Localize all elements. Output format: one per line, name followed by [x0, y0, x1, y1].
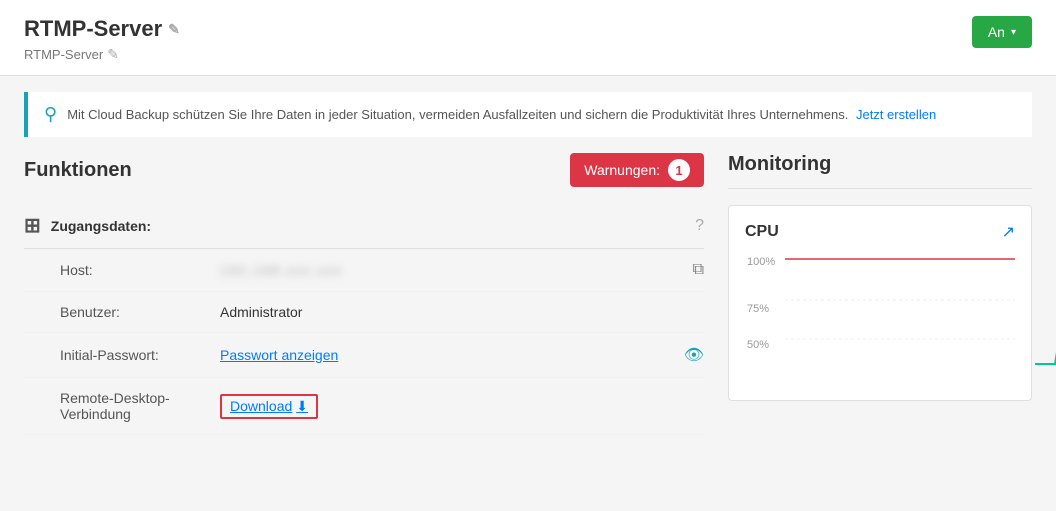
host-label: Host: — [60, 262, 220, 278]
passwort-label: Initial-Passwort: — [60, 347, 220, 363]
host-value: 192.168.xxx.xxx — [220, 263, 685, 278]
warnungen-label: Warnungen: — [584, 162, 660, 178]
cloud-icon: ⊞ — [24, 213, 41, 238]
subtitle-text: RTMP-Server — [24, 47, 103, 62]
power-button[interactable]: An ▾ — [972, 16, 1032, 48]
host-row: Host: 192.168.xxx.xxx ⧉ — [24, 249, 704, 292]
warnungen-count: 1 — [668, 159, 690, 181]
zugangsdaten-header: ⊞ Zugangsdaten: ? — [24, 203, 704, 249]
label-50: 50% — [747, 339, 769, 351]
power-button-label: An — [988, 24, 1005, 40]
download-link[interactable]: Download ⬇ — [220, 394, 318, 419]
label-100: 100% — [747, 256, 775, 268]
monitoring-section: Monitoring CPU ↗ 100% 75% 50% — [728, 153, 1032, 435]
funktionen-header: Funktionen Warnungen: 1 — [24, 153, 704, 187]
subtitle-edit-icon[interactable]: ✎ — [107, 46, 119, 63]
passwort-anzeigen-link[interactable]: Passwort anzeigen — [220, 347, 676, 363]
zugangsdaten-left: ⊞ Zugangsdaten: — [24, 213, 151, 238]
benutzer-row: Benutzer: Administrator — [24, 292, 704, 333]
warnungen-badge[interactable]: Warnungen: 1 — [570, 153, 704, 187]
cpu-chart-svg — [785, 254, 1015, 384]
cpu-card: CPU ↗ 100% 75% 50% — [728, 205, 1032, 401]
cpu-header: CPU ↗ — [745, 222, 1015, 242]
monitoring-title: Monitoring — [728, 153, 1032, 189]
passwort-row: Initial-Passwort: Passwort anzeigen 👁 — [24, 333, 704, 378]
zugangsdaten-label: Zugangsdaten: — [51, 218, 151, 234]
remote-desktop-label: Remote-Desktop-Verbindung — [60, 390, 220, 422]
eye-icon[interactable]: 👁 — [684, 345, 704, 365]
cloud-backup-banner: ⚲ Mit Cloud Backup schützen Sie Ihre Dat… — [24, 92, 1032, 137]
download-link-container: Download ⬇ — [220, 394, 704, 419]
banner-link[interactable]: Jetzt erstellen — [856, 107, 936, 122]
title-text: RTMP-Server — [24, 16, 162, 42]
banner-icon: ⚲ — [44, 104, 57, 125]
funktionen-section: Funktionen Warnungen: 1 ⊞ Zugangsdaten: … — [24, 153, 704, 435]
copy-icon[interactable]: ⧉ — [693, 261, 704, 279]
title-edit-icon[interactable]: ✎ — [168, 21, 180, 38]
page-title: RTMP-Server ✎ — [24, 16, 180, 42]
download-text: Download — [230, 398, 292, 414]
main-content: Funktionen Warnungen: 1 ⊞ Zugangsdaten: … — [0, 153, 1056, 435]
breadcrumb: RTMP-Server ✎ — [24, 46, 180, 63]
header-left: RTMP-Server ✎ RTMP-Server ✎ — [24, 16, 180, 63]
benutzer-label: Benutzer: — [60, 304, 220, 320]
cpu-chart-container: 100% 75% 50% — [785, 254, 1015, 384]
caret-icon: ▾ — [1011, 27, 1016, 38]
banner-text: Mit Cloud Backup schützen Sie Ihre Daten… — [67, 107, 936, 122]
help-icon[interactable]: ? — [695, 217, 704, 235]
benutzer-value: Administrator — [220, 304, 704, 320]
label-75: 75% — [747, 303, 769, 315]
download-icon: ⬇ — [296, 398, 308, 415]
header: RTMP-Server ✎ RTMP-Server ✎ An ▾ — [0, 0, 1056, 76]
cpu-link-icon[interactable]: ↗ — [1002, 222, 1015, 242]
remote-desktop-row: Remote-Desktop-Verbindung Download ⬇ — [24, 378, 704, 435]
cpu-title: CPU — [745, 223, 779, 241]
funktionen-title: Funktionen — [24, 159, 132, 182]
